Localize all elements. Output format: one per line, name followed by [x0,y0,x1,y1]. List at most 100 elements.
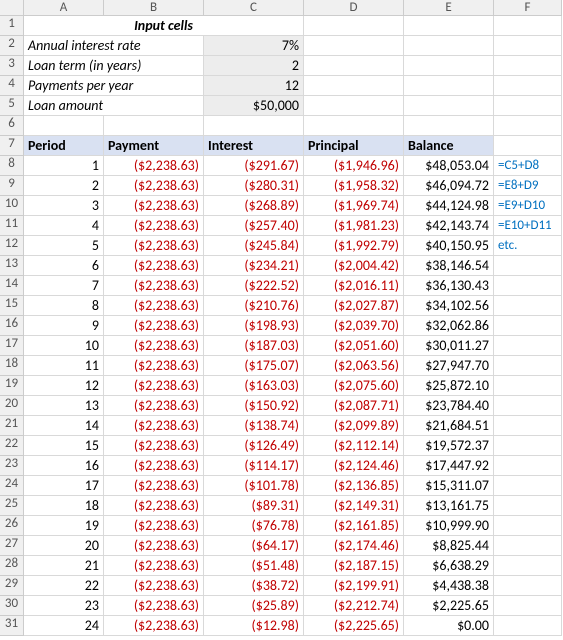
cell-interest-22[interactable]: ($25.89) [204,596,304,616]
cell-payment-5[interactable]: ($2,238.63) [104,256,204,276]
value-amount[interactable]: $50,000 [204,96,304,116]
row-header-19[interactable]: 19 [0,376,24,396]
cell-D4[interactable] [304,76,404,96]
row-header-20[interactable]: 20 [0,396,24,416]
th-interest[interactable]: Interest [204,136,304,156]
row-header-18[interactable]: 18 [0,356,24,376]
cell-payment-13[interactable]: ($2,238.63) [104,416,204,436]
cell-F1[interactable] [494,16,562,36]
cell-F-row17[interactable] [494,336,562,356]
th-principal[interactable]: Principal [304,136,404,156]
row-header-13[interactable]: 13 [0,256,24,276]
cell-F-row21[interactable] [494,416,562,436]
cell-principal-0[interactable]: ($1,946.96) [304,156,404,176]
cell-period-1[interactable]: 2 [24,176,104,196]
col-header-A[interactable]: A [24,0,104,16]
cell-F-row25[interactable] [494,496,562,516]
cell-payment-1[interactable]: ($2,238.63) [104,176,204,196]
cell-payment-21[interactable]: ($2,238.63) [104,576,204,596]
cell-balance-21[interactable]: $4,438.38 [404,576,494,596]
cell-balance-11[interactable]: $25,872.10 [404,376,494,396]
cell-interest-18[interactable]: ($76.78) [204,516,304,536]
col-header-F[interactable]: F [494,0,562,16]
cell-principal-8[interactable]: ($2,039.70) [304,316,404,336]
cell-F-row13[interactable] [494,256,562,276]
cell-period-15[interactable]: 16 [24,456,104,476]
annotation-r10[interactable]: =E9+D10 [494,196,562,216]
col-header-C[interactable]: C [204,0,304,16]
row-header-22[interactable]: 22 [0,436,24,456]
cell-payment-2[interactable]: ($2,238.63) [104,196,204,216]
cell-row6-5[interactable] [494,116,562,136]
cell-F-row24[interactable] [494,476,562,496]
cell-interest-4[interactable]: ($245.84) [204,236,304,256]
row-header-29[interactable]: 29 [0,576,24,596]
cell-period-2[interactable]: 3 [24,196,104,216]
cell-D5[interactable] [304,96,404,116]
cell-payment-8[interactable]: ($2,238.63) [104,316,204,336]
cell-interest-1[interactable]: ($280.31) [204,176,304,196]
label-ppy[interactable]: Payments per year [24,76,204,96]
cell-F-row28[interactable] [494,556,562,576]
cell-principal-18[interactable]: ($2,161.85) [304,516,404,536]
cell-interest-8[interactable]: ($198.93) [204,316,304,336]
cell-F-row29[interactable] [494,576,562,596]
th-balance[interactable]: Balance [404,136,494,156]
col-header-E[interactable]: E [404,0,494,16]
cell-principal-22[interactable]: ($2,212.74) [304,596,404,616]
cell-E2[interactable] [404,36,494,56]
cell-period-18[interactable]: 19 [24,516,104,536]
cell-F-row27[interactable] [494,536,562,556]
cell-interest-5[interactable]: ($234.21) [204,256,304,276]
cell-balance-23[interactable]: $0.00 [404,616,494,636]
cell-interest-14[interactable]: ($126.49) [204,436,304,456]
cell-principal-7[interactable]: ($2,027.87) [304,296,404,316]
cell-payment-6[interactable]: ($2,238.63) [104,276,204,296]
cell-payment-14[interactable]: ($2,238.63) [104,436,204,456]
cell-F3[interactable] [494,56,562,76]
cell-principal-20[interactable]: ($2,187.15) [304,556,404,576]
cell-interest-11[interactable]: ($163.03) [204,376,304,396]
cell-payment-7[interactable]: ($2,238.63) [104,296,204,316]
cell-balance-15[interactable]: $17,447.92 [404,456,494,476]
cell-period-0[interactable]: 1 [24,156,104,176]
row-header-2[interactable]: 2 [0,36,24,56]
cell-principal-4[interactable]: ($1,992.79) [304,236,404,256]
cell-interest-2[interactable]: ($268.89) [204,196,304,216]
cell-period-11[interactable]: 12 [24,376,104,396]
row-header-16[interactable]: 16 [0,316,24,336]
cell-E5[interactable] [404,96,494,116]
cell-period-20[interactable]: 21 [24,556,104,576]
cell-principal-11[interactable]: ($2,075.60) [304,376,404,396]
cell-payment-18[interactable]: ($2,238.63) [104,516,204,536]
cell-payment-16[interactable]: ($2,238.63) [104,476,204,496]
cell-balance-7[interactable]: $34,102.56 [404,296,494,316]
cell-interest-6[interactable]: ($222.52) [204,276,304,296]
cell-F5[interactable] [494,96,562,116]
cell-balance-19[interactable]: $8,825.44 [404,536,494,556]
row-header-28[interactable]: 28 [0,556,24,576]
cell-F-row18[interactable] [494,356,562,376]
annotation-r8[interactable]: =C5+D8 [494,156,562,176]
cell-payment-17[interactable]: ($2,238.63) [104,496,204,516]
row-header-27[interactable]: 27 [0,536,24,556]
cell-balance-13[interactable]: $21,684.51 [404,416,494,436]
cell-period-4[interactable]: 5 [24,236,104,256]
row-header-6[interactable]: 6 [0,116,24,136]
cell-F-row14[interactable] [494,276,562,296]
cell-principal-12[interactable]: ($2,087.71) [304,396,404,416]
cell-payment-22[interactable]: ($2,238.63) [104,596,204,616]
cell-period-10[interactable]: 11 [24,356,104,376]
cell-F-row23[interactable] [494,456,562,476]
cell-balance-22[interactable]: $2,225.65 [404,596,494,616]
cell-E4[interactable] [404,76,494,96]
row-header-21[interactable]: 21 [0,416,24,436]
cell-E1[interactable] [404,16,494,36]
cell-interest-16[interactable]: ($101.78) [204,476,304,496]
cell-payment-19[interactable]: ($2,238.63) [104,536,204,556]
cell-period-22[interactable]: 23 [24,596,104,616]
cell-row6-0[interactable] [24,116,104,136]
cell-F-row20[interactable] [494,396,562,416]
label-amount[interactable]: Loan amount [24,96,204,116]
cell-row6-3[interactable] [304,116,404,136]
